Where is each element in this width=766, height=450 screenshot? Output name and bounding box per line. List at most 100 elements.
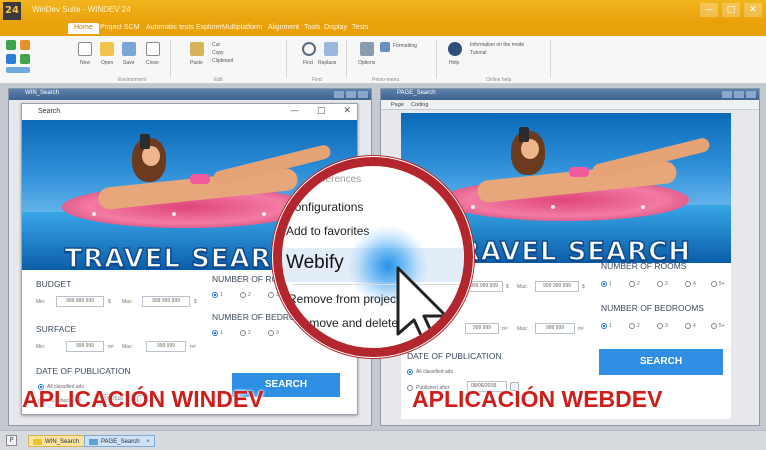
- rooms-radio-1[interactable]: [212, 292, 218, 298]
- doc-tab-label: PAGE_Search: [101, 439, 140, 445]
- rooms-label: NUMBER OF ROOMS: [601, 261, 687, 271]
- replace-icon[interactable]: [324, 42, 338, 56]
- rooms-radio-3[interactable]: [657, 281, 663, 287]
- page-type-icon: [89, 439, 98, 445]
- panel-maximize-button[interactable]: [346, 91, 356, 98]
- paste-icon[interactable]: [190, 42, 204, 56]
- panel-close-button[interactable]: [746, 91, 756, 98]
- document-tabs-bar: P WIN_Search × PAGE_Search ×: [0, 430, 766, 450]
- surface-max-input[interactable]: 999 999: [146, 341, 186, 352]
- menu-item-configurations[interactable]: Configurations: [286, 200, 363, 214]
- save-icon[interactable]: [122, 42, 136, 56]
- panel-maximize-button[interactable]: [734, 91, 744, 98]
- search-button[interactable]: SEARCH: [599, 349, 723, 375]
- ribbon-separator: [286, 40, 287, 78]
- close-tab-icon[interactable]: ×: [146, 436, 150, 448]
- menu-tab-tests[interactable]: Tests: [352, 24, 368, 31]
- close-button[interactable]: ✕: [744, 3, 762, 17]
- doc-tab-page-search[interactable]: PAGE_Search ×: [84, 435, 155, 447]
- navigation-arrows-icon[interactable]: [6, 67, 30, 73]
- surface-max-label: Max:: [517, 326, 528, 332]
- water-splash: [172, 212, 176, 216]
- menu-tab-project[interactable]: Project: [100, 24, 122, 31]
- title-bar: 24 WinDev Suite - WINDEV 24 — □ ✕: [0, 0, 766, 22]
- page-icon[interactable]: [6, 54, 16, 64]
- project-explorer-icon[interactable]: P: [6, 435, 17, 446]
- bedrooms-radio-5[interactable]: [711, 323, 717, 329]
- menu-tab-tools[interactable]: Tools: [304, 24, 320, 31]
- panel-minimize-button[interactable]: [334, 91, 344, 98]
- tab-page[interactable]: Page: [391, 102, 404, 108]
- rooms-option-label: 4: [693, 281, 696, 287]
- menu-tab-multiplatform[interactable]: Multiplatform: [222, 24, 262, 31]
- window-icon[interactable]: [20, 40, 30, 50]
- search-icon[interactable]: [302, 42, 316, 56]
- copy-label[interactable]: Copy: [212, 50, 224, 56]
- bedrooms-option-label: 4: [693, 323, 696, 329]
- menu-item-remove-from-project[interactable]: Remove from project: [288, 292, 399, 306]
- bedrooms-radio-1[interactable]: [601, 323, 607, 329]
- rooms-radio-5[interactable]: [711, 281, 717, 287]
- surface-min-input[interactable]: 999 999: [66, 341, 104, 352]
- menu-tab-display[interactable]: Display: [324, 24, 347, 31]
- formatting-label[interactable]: Formatting: [393, 43, 417, 49]
- budget-max-input[interactable]: 999 999 999: [142, 296, 190, 307]
- rooms-radio-3[interactable]: [268, 292, 274, 298]
- group-find: Find: [312, 77, 322, 83]
- dialog-close-button[interactable]: ✕: [343, 106, 351, 116]
- project-icon[interactable]: [6, 40, 16, 50]
- all-ads-radio[interactable]: [407, 369, 413, 375]
- menu-tab-home[interactable]: Home: [68, 23, 99, 34]
- menu-tab-scm[interactable]: SCM: [124, 24, 140, 31]
- bedrooms-radio-3[interactable]: [268, 330, 274, 336]
- mode-info-label[interactable]: Information on the mode: [470, 42, 524, 48]
- bedrooms-radio-2[interactable]: [240, 330, 246, 336]
- menu-item-references[interactable]: References: [310, 174, 361, 185]
- new-icon[interactable]: [78, 42, 92, 56]
- budget-min-input[interactable]: 999 999 999: [56, 296, 104, 307]
- open-icon[interactable]: [100, 42, 114, 56]
- dialog-title-bar: Search — □ ✕: [22, 104, 357, 120]
- budget-label: BUDGET: [36, 279, 72, 289]
- formatting-icon[interactable]: [380, 42, 390, 52]
- panel-minimize-button[interactable]: [722, 91, 732, 98]
- bedrooms-radio-1[interactable]: [212, 330, 218, 336]
- menu-tab-alignment[interactable]: Alignment: [268, 24, 299, 31]
- bedrooms-radio-4[interactable]: [685, 323, 691, 329]
- surface-min-input[interactable]: 999 999: [465, 323, 499, 334]
- minimize-button[interactable]: —: [700, 3, 718, 17]
- menu-tab-explorer[interactable]: Explorer: [196, 24, 222, 31]
- options-icon[interactable]: [360, 42, 374, 56]
- menu-item-webify[interactable]: Webify: [286, 252, 344, 274]
- rooms-radio-2[interactable]: [240, 292, 246, 298]
- dialog-minimize-button[interactable]: —: [290, 106, 299, 116]
- rooms-radio-1[interactable]: [601, 281, 607, 287]
- maximize-button[interactable]: □: [722, 3, 740, 17]
- menu-tab-automatic-tests[interactable]: Automatic tests: [146, 24, 194, 31]
- clipboard-label[interactable]: Clipboard: [212, 58, 233, 64]
- report-icon[interactable]: [20, 54, 30, 64]
- help-icon[interactable]: [448, 42, 462, 56]
- new-label: New: [80, 60, 91, 66]
- close-file-icon[interactable]: [146, 42, 160, 56]
- budget-max-input[interactable]: 999 999 999: [535, 281, 579, 292]
- cut-label[interactable]: Cut: [212, 42, 220, 48]
- dialog-maximize-button[interactable]: □: [317, 106, 326, 116]
- tab-coding[interactable]: Coding: [411, 102, 428, 108]
- rooms-radio-4[interactable]: [685, 281, 691, 287]
- menu-item-remove-and-delete[interactable]: Remove and delete: [294, 316, 398, 330]
- budget-min-input[interactable]: 999 999 999: [465, 281, 503, 292]
- rooms-radio-2[interactable]: [629, 281, 635, 287]
- bedrooms-radio-2[interactable]: [629, 323, 635, 329]
- surface-max-input[interactable]: 999 999: [535, 323, 575, 334]
- bedrooms-radio-3[interactable]: [657, 323, 663, 329]
- bedrooms-option-label: 2: [248, 330, 251, 336]
- tutorial-label[interactable]: Tutorial: [470, 50, 487, 56]
- help-label: Help: [449, 60, 460, 66]
- panel-close-button[interactable]: [358, 91, 368, 98]
- panel-controls: [334, 91, 368, 98]
- doc-tab-label: WIN_Search: [45, 439, 80, 445]
- app-logo-icon[interactable]: 24: [3, 2, 21, 20]
- budget-max-label: Max:: [122, 299, 133, 305]
- menu-item-add-to-favorites[interactable]: Add to favorites: [286, 224, 369, 238]
